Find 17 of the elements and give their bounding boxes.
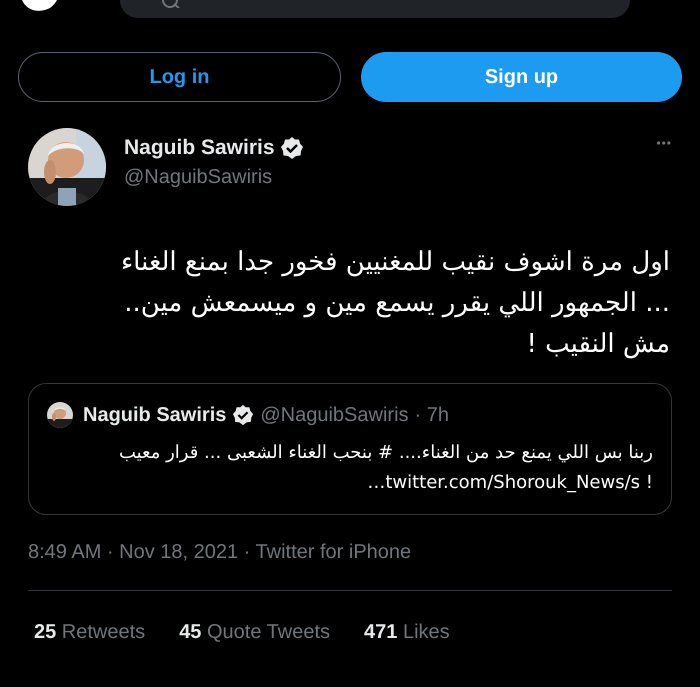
quoted-author-handle: @NaguibSawiris	[260, 404, 409, 426]
log-in-button[interactable]: Log in	[18, 52, 341, 102]
quoted-tweet-text-line: ربنا بس اللي يمنع حد من الغناء.... # بنحب الغناء الشعبى ... قرار معيب	[118, 441, 653, 465]
tweet-text-line: ... الجمهور اللي يقرر يسمع مين و ميسمعش مين..	[123, 287, 670, 320]
tweet-stat[interactable]: 471 Likes	[364, 621, 450, 644]
quoted-author-name: Naguib Sawiris	[83, 404, 226, 426]
tweet-text-line: اول مرة اشوف نقيب للمغنيين فخور جدا بمنع الغناء	[120, 246, 670, 279]
more-options-button[interactable]: •••	[656, 128, 672, 150]
quoted-tweet-time: · 7h	[414, 404, 449, 426]
tweet-stat[interactable]: 45 Quote Tweets	[179, 621, 330, 644]
quoted-tweet-text-line: …twitter.com/Shorouk_News/s !	[366, 471, 653, 495]
author-handle[interactable]: @NaguibSawiris	[124, 166, 638, 189]
tweet-timestamp: 8:49 AM · Nov 18, 2021 · Twitter for iPhone	[27, 540, 412, 564]
author-name[interactable]: Naguib Sawiris	[124, 136, 275, 160]
tweet-text-line: مش النقيب !	[525, 328, 670, 361]
search-icon	[160, 0, 180, 8]
tweet-stat[interactable]: 25 Retweets	[34, 621, 146, 644]
